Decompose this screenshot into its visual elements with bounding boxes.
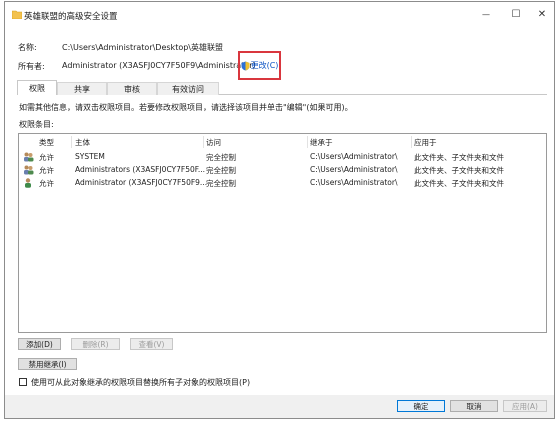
- header-principal[interactable]: 主体: [75, 137, 90, 148]
- dialog-footer: 确定 取消 应用(A): [5, 395, 554, 418]
- view-button[interactable]: 查看(V): [130, 338, 173, 350]
- title-bar: 英雄联盟的高级安全设置 — ☐ ✕: [5, 2, 554, 28]
- users-group-icon: [24, 165, 34, 175]
- add-button[interactable]: 添加(D): [18, 338, 61, 350]
- column-separator: [411, 136, 412, 148]
- cancel-button-label: 取消: [466, 401, 482, 411]
- row-applies-to: 此文件夹、子文件夹和文件: [414, 153, 504, 162]
- owner-label: 所有者:: [18, 62, 45, 71]
- ok-button[interactable]: 确定: [397, 400, 445, 412]
- remove-button[interactable]: 删除(R): [71, 338, 120, 350]
- row-applies-to: 此文件夹、子文件夹和文件: [414, 179, 504, 188]
- replace-child-permissions-checkbox[interactable]: [19, 378, 27, 386]
- change-owner-label: 更改(C): [250, 61, 279, 70]
- row-inherited-from: C:\Users\Administrator\: [310, 165, 398, 174]
- name-label: 名称:: [18, 43, 37, 52]
- close-icon: ✕: [537, 8, 547, 20]
- replace-child-permissions-label: 使用可从此对象继承的权限项目替换所有子对象的权限项目(P): [31, 378, 251, 387]
- row-principal: SYSTEM: [75, 152, 105, 161]
- row-principal: Administrators (X3ASFJ0CY7F50F...: [75, 165, 206, 174]
- row-type: 允许: [39, 153, 54, 162]
- row-inherited-from: C:\Users\Administrator\: [310, 178, 398, 187]
- minimize-icon: —: [482, 9, 490, 19]
- maximize-icon: ☐: [511, 8, 521, 20]
- name-value: C:\Users\Administrator\Desktop\英雄联盟: [62, 43, 223, 52]
- disable-inheritance-label: 禁用继承(I): [28, 359, 67, 369]
- security-settings-window: 英雄联盟的高级安全设置 — ☐ ✕ 名称: C:\Users\Administr…: [4, 1, 555, 419]
- change-owner-link[interactable]: 更改(C): [241, 60, 279, 71]
- header-type[interactable]: 类型: [39, 137, 54, 148]
- tab-share-label: 共享: [74, 84, 90, 94]
- row-inherited-from: C:\Users\Administrator\: [310, 152, 398, 161]
- tab-audit[interactable]: 审核: [107, 82, 157, 95]
- view-button-label: 查看(V): [138, 339, 165, 349]
- window-title: 英雄联盟的高级安全设置: [24, 12, 118, 22]
- change-owner-highlight: 更改(C): [238, 51, 281, 80]
- row-access: 完全控制: [206, 166, 236, 175]
- row-applies-to: 此文件夹、子文件夹和文件: [414, 166, 504, 175]
- folder-icon: [12, 10, 22, 19]
- permission-entries-table[interactable]: 类型 主体 访问 继承于 应用于 允许 SYSTEM 完全控制 C:\Users…: [18, 133, 547, 333]
- tab-permissions-label: 权限: [29, 83, 45, 93]
- cancel-button[interactable]: 取消: [450, 400, 498, 412]
- table-row[interactable]: 允许 SYSTEM 完全控制 C:\Users\Administrator\ 此…: [19, 151, 546, 163]
- header-inherited-from[interactable]: 继承于: [310, 137, 333, 148]
- column-separator: [203, 136, 204, 148]
- apply-button[interactable]: 应用(A): [503, 400, 547, 412]
- table-row[interactable]: 允许 Administrator (X3ASFJ0CY7F50F9... 完全控…: [19, 177, 546, 189]
- permission-entries-label: 权限条目:: [19, 120, 54, 129]
- apply-button-label: 应用(A): [512, 401, 538, 411]
- table-row[interactable]: 允许 Administrators (X3ASFJ0CY7F50F... 完全控…: [19, 164, 546, 176]
- row-access: 完全控制: [206, 153, 236, 162]
- header-applies-to[interactable]: 应用于: [414, 137, 437, 148]
- column-separator: [307, 136, 308, 148]
- row-principal: Administrator (X3ASFJ0CY7F50F9...: [75, 178, 208, 187]
- tab-effective-access[interactable]: 有效访问: [157, 82, 219, 95]
- row-access: 完全控制: [206, 179, 236, 188]
- disable-inheritance-button[interactable]: 禁用继承(I): [18, 358, 77, 370]
- remove-button-label: 删除(R): [82, 339, 109, 349]
- description-text: 如需其他信息，请双击权限项目。若要修改权限项目，请选择该项目并单击"编辑"(如果…: [19, 103, 353, 112]
- owner-value: Administrator (X3ASFJ0CY7F50F9\Administr…: [62, 61, 256, 70]
- user-icon: [25, 178, 31, 188]
- header-access[interactable]: 访问: [206, 137, 221, 148]
- close-button[interactable]: ✕: [527, 4, 557, 24]
- tab-permissions[interactable]: 权限: [17, 80, 57, 95]
- row-type: 允许: [39, 166, 54, 175]
- row-type: 允许: [39, 179, 54, 188]
- shield-icon: [241, 61, 250, 70]
- minimize-button[interactable]: —: [471, 4, 501, 24]
- column-separator: [71, 136, 72, 148]
- tab-audit-label: 审核: [124, 84, 140, 94]
- tab-share[interactable]: 共享: [57, 82, 107, 95]
- users-group-icon: [24, 152, 34, 162]
- add-button-label: 添加(D): [26, 339, 53, 349]
- ok-button-label: 确定: [413, 401, 429, 411]
- tab-effective-access-label: 有效访问: [172, 84, 204, 94]
